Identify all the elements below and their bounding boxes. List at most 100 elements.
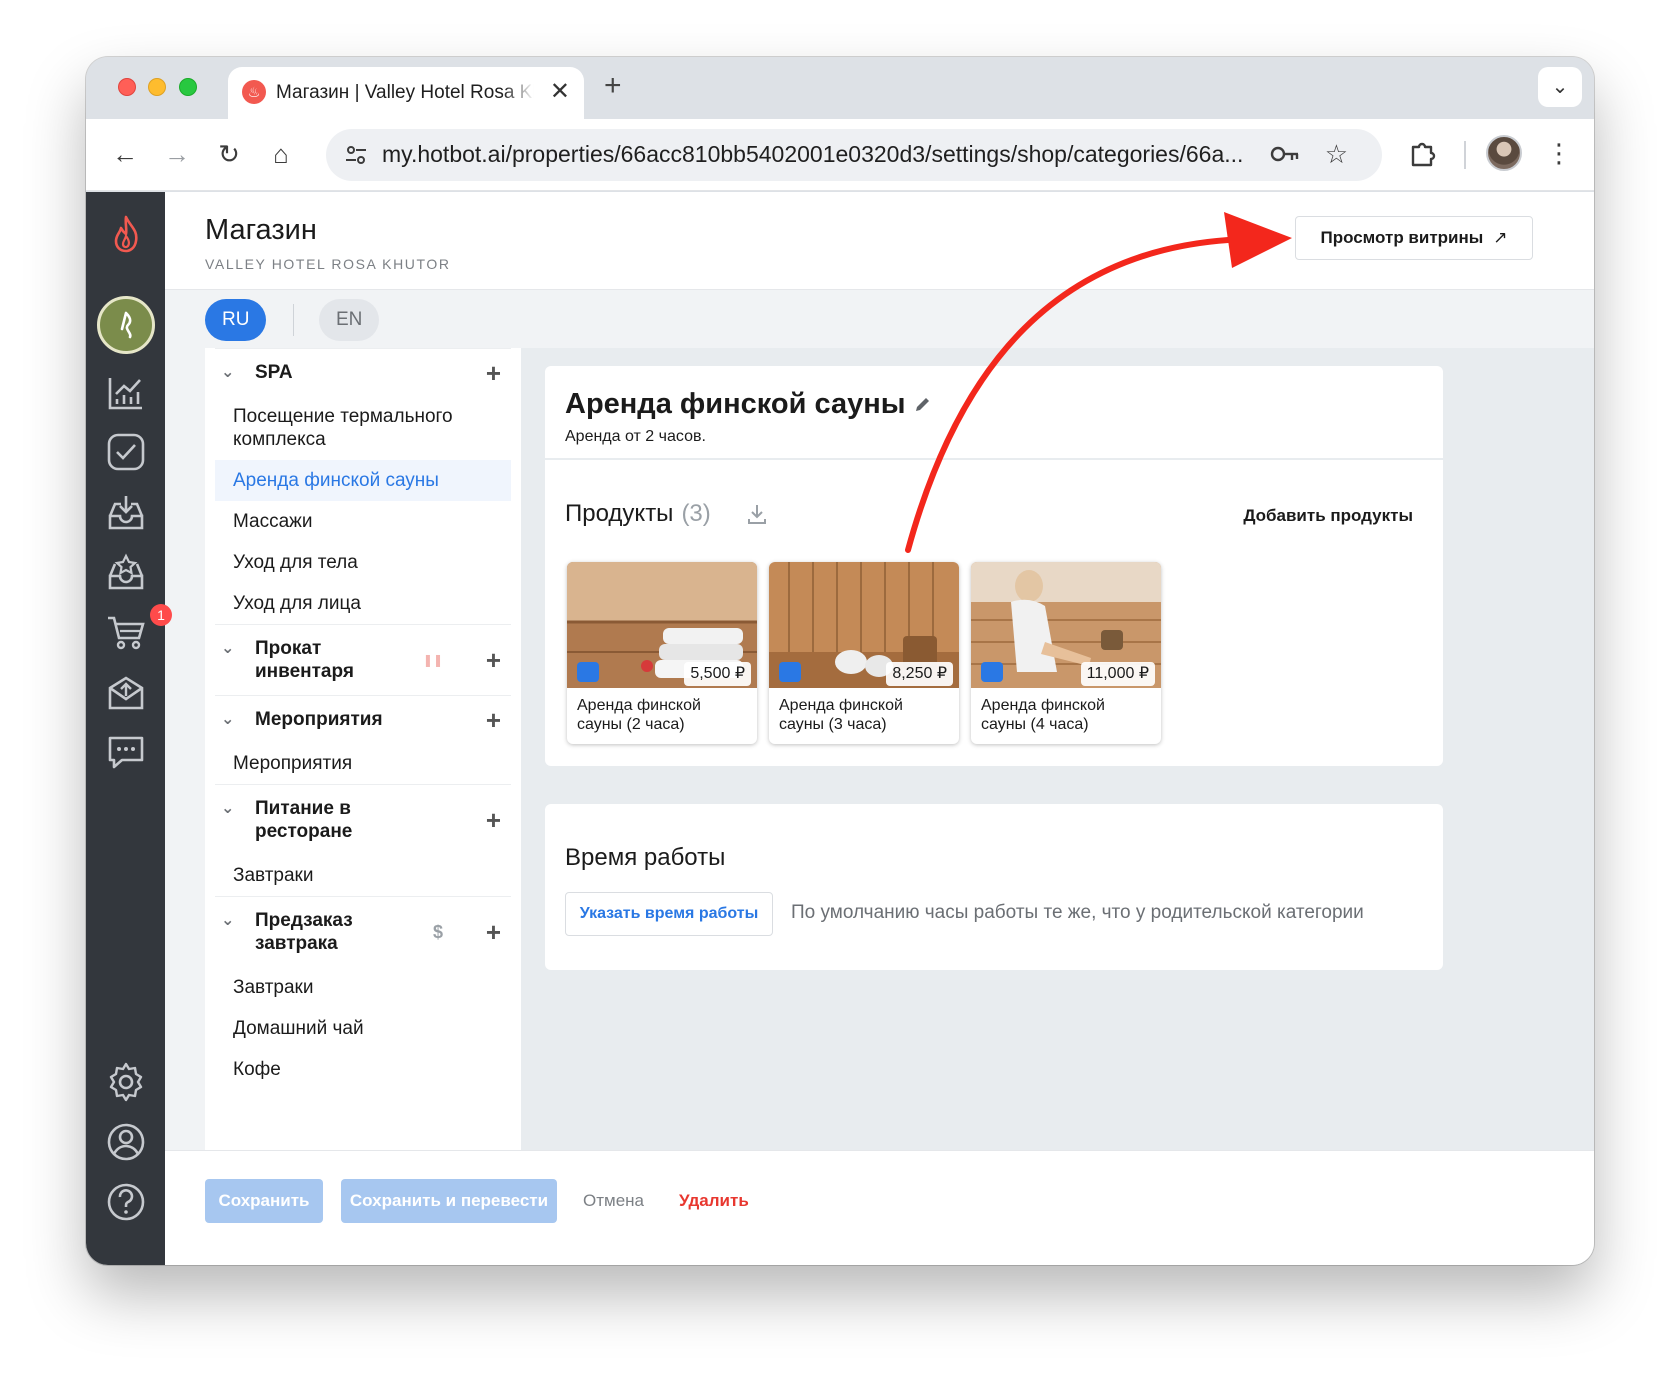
category-group: ⌄ Питание в ресторане + Завтраки xyxy=(215,784,511,896)
dollar-icon[interactable]: $ xyxy=(433,920,443,944)
category-group-header[interactable]: ⌄ Предзаказ завтрака $ + xyxy=(215,897,511,967)
browser-window: ♨ Магазин | Valley Hotel Rosa Khutor ✕ +… xyxy=(86,57,1594,1265)
category-title-card: Аренда финской сауны Аренда от 2 часов. xyxy=(545,366,1443,458)
product-card[interactable]: 8,250 ₽ Аренда финской сауны (3 часа) xyxy=(769,562,959,744)
subcategory-item[interactable]: Завтраки xyxy=(215,855,511,896)
chat-bubble-icon[interactable] xyxy=(104,730,148,774)
save-and-translate-button[interactable]: Сохранить и перевести xyxy=(341,1179,557,1223)
url-text[interactable]: my.hotbot.ai/properties/66acc810bb540200… xyxy=(382,141,1252,168)
subcategory-item[interactable]: Домашний чай xyxy=(215,1008,511,1049)
add-subcategory-plus-icon[interactable]: + xyxy=(486,358,501,388)
category-group-title: SPA xyxy=(255,362,293,383)
hotel-avatar[interactable] xyxy=(97,296,155,354)
products-heading: Продукты (3) xyxy=(565,500,711,528)
category-group: ⌄ Мероприятия + Мероприятия xyxy=(215,695,511,784)
category-editor: Аренда финской сауны Аренда от 2 часов. … xyxy=(521,348,1594,1150)
product-price: 8,250 ₽ xyxy=(886,662,953,686)
reload-icon[interactable]: ↻ xyxy=(212,137,246,171)
set-hours-button[interactable]: Указать время работы xyxy=(565,892,773,936)
tab-search-chevron-icon[interactable]: ⌄ xyxy=(1538,67,1582,107)
category-group-title: Предзаказ завтрака xyxy=(255,910,353,954)
lang-en-button[interactable]: EN xyxy=(319,299,380,341)
category-group-header[interactable]: ⌄ SPA + xyxy=(215,349,511,396)
view-storefront-button[interactable]: Просмотр витрины ↗ xyxy=(1295,216,1533,260)
shop-cart-icon[interactable]: 1 xyxy=(104,604,172,654)
edit-pencil-icon[interactable] xyxy=(913,394,933,414)
address-bar[interactable]: my.hotbot.ai/properties/66acc810bb540200… xyxy=(326,129,1382,181)
browser-tab[interactable]: ♨ Магазин | Valley Hotel Rosa Khutor ✕ xyxy=(228,67,584,119)
subcategory-item[interactable]: Массажи xyxy=(215,501,511,542)
pause-icon[interactable]: ❚❚ xyxy=(423,648,443,672)
products-count: (3) xyxy=(681,500,711,527)
home-icon[interactable]: ⌂ xyxy=(264,137,298,171)
add-products-button[interactable]: Добавить продукты xyxy=(1243,506,1413,526)
schedule-clock-icon xyxy=(779,662,801,682)
chevron-down-icon[interactable]: ⌄ xyxy=(221,637,234,660)
save-button[interactable]: Сохранить xyxy=(205,1179,323,1223)
schedule-clock-icon xyxy=(577,662,599,682)
back-icon[interactable]: ← xyxy=(108,137,142,171)
product-price: 5,500 ₽ xyxy=(684,662,751,686)
subcategory-item[interactable]: Уход для тела xyxy=(215,542,511,583)
form-footer: Сохранить Сохранить и перевести Отмена У… xyxy=(165,1150,1594,1265)
product-name: Аренда финской сауны (2 часа) xyxy=(577,697,701,733)
category-group-header[interactable]: ⌄ Питание в ресторане + xyxy=(215,785,511,855)
zoom-window-button[interactable] xyxy=(179,78,197,96)
add-subcategory-plus-icon[interactable]: + xyxy=(486,917,501,947)
password-key-icon[interactable] xyxy=(1270,141,1300,167)
help-question-icon[interactable] xyxy=(104,1180,148,1224)
subcategory-item[interactable]: Завтраки xyxy=(215,967,511,1008)
close-window-button[interactable] xyxy=(118,78,136,96)
download-icon[interactable] xyxy=(745,502,769,526)
delete-button[interactable]: Удалить xyxy=(679,1191,749,1211)
working-hours-card: Время работы Указать время работы По умо… xyxy=(545,804,1443,970)
browser-toolbar: ← → ↻ ⌂ my.hotbot.ai/properties/66acc810… xyxy=(86,119,1594,191)
tasks-check-icon[interactable] xyxy=(104,430,148,474)
chevron-down-icon[interactable]: ⌄ xyxy=(221,708,234,731)
products-card: Продукты (3) Добавить продукты 5,500 ₽ А… xyxy=(545,460,1443,766)
settings-gear-icon[interactable] xyxy=(104,1060,148,1104)
category-group: ⌄ Предзаказ завтрака $ + Завтраки Домашний ча… xyxy=(215,896,511,1090)
category-group-header[interactable]: ⌄ Мероприятия + xyxy=(215,696,511,743)
hotbot-logo-icon[interactable] xyxy=(108,214,144,254)
product-card[interactable]: 11,000 ₽ Аренда финской сауны (4 часа) xyxy=(971,562,1161,744)
account-user-icon[interactable] xyxy=(104,1120,148,1164)
subcategory-item[interactable]: Уход для лица xyxy=(215,583,511,624)
view-storefront-label: Просмотр витрины xyxy=(1320,228,1484,247)
chevron-down-icon[interactable]: ⌄ xyxy=(221,797,234,820)
reviews-star-inbox-icon[interactable] xyxy=(104,550,148,594)
lang-ru-button[interactable]: RU xyxy=(205,299,267,341)
nav-rail: 1 xyxy=(86,192,172,1265)
analytics-chart-icon[interactable] xyxy=(104,370,148,414)
category-group-header[interactable]: ⌄ Прокат инвентаря ❚❚ + xyxy=(215,625,511,695)
product-card[interactable]: 5,500 ₽ Аренда финской сауны (2 часа) xyxy=(567,562,757,744)
browser-menu-icon[interactable]: ⋮ xyxy=(1546,135,1572,171)
hotbot-favicon-icon: ♨ xyxy=(242,80,266,104)
chevron-down-icon[interactable]: ⌄ xyxy=(221,361,234,384)
category-title: Аренда финской сауны xyxy=(565,388,906,420)
new-tab-button[interactable]: + xyxy=(604,70,622,102)
subcategory-item[interactable]: Аренда финской сауны xyxy=(215,460,511,501)
category-tree: ⌄ SPA + Посещение термального комплекса Арен… xyxy=(205,348,521,1150)
subcategory-item[interactable]: Мероприятия xyxy=(215,743,511,784)
subcategory-item[interactable]: Посещение термального комплекса xyxy=(215,396,511,460)
forward-icon[interactable]: → xyxy=(160,137,194,171)
bookmark-star-icon[interactable]: ☆ xyxy=(1325,139,1348,170)
add-subcategory-plus-icon[interactable]: + xyxy=(486,705,501,735)
extensions-puzzle-icon[interactable] xyxy=(1406,137,1440,171)
mailing-envelope-icon[interactable] xyxy=(104,670,148,714)
add-subcategory-plus-icon[interactable]: + xyxy=(486,805,501,835)
page-title: Магазин xyxy=(205,214,317,246)
hotbot-app: 1 Магазин VALLEY HOTEL ROSA KHUTOR Просм… xyxy=(86,192,1594,1265)
chevron-down-icon[interactable]: ⌄ xyxy=(221,909,234,932)
cancel-button[interactable]: Отмена xyxy=(583,1191,644,1211)
close-tab-icon[interactable]: ✕ xyxy=(550,78,570,106)
profile-avatar[interactable] xyxy=(1486,135,1522,171)
add-subcategory-plus-icon[interactable]: + xyxy=(486,645,501,675)
minimize-window-button[interactable] xyxy=(148,78,166,96)
site-settings-icon[interactable] xyxy=(344,143,368,167)
products-title: Продукты xyxy=(565,500,674,527)
inbox-download-icon[interactable] xyxy=(104,490,148,534)
subcategory-item[interactable]: Кофе xyxy=(215,1049,511,1090)
working-hours-title: Время работы xyxy=(565,844,726,871)
